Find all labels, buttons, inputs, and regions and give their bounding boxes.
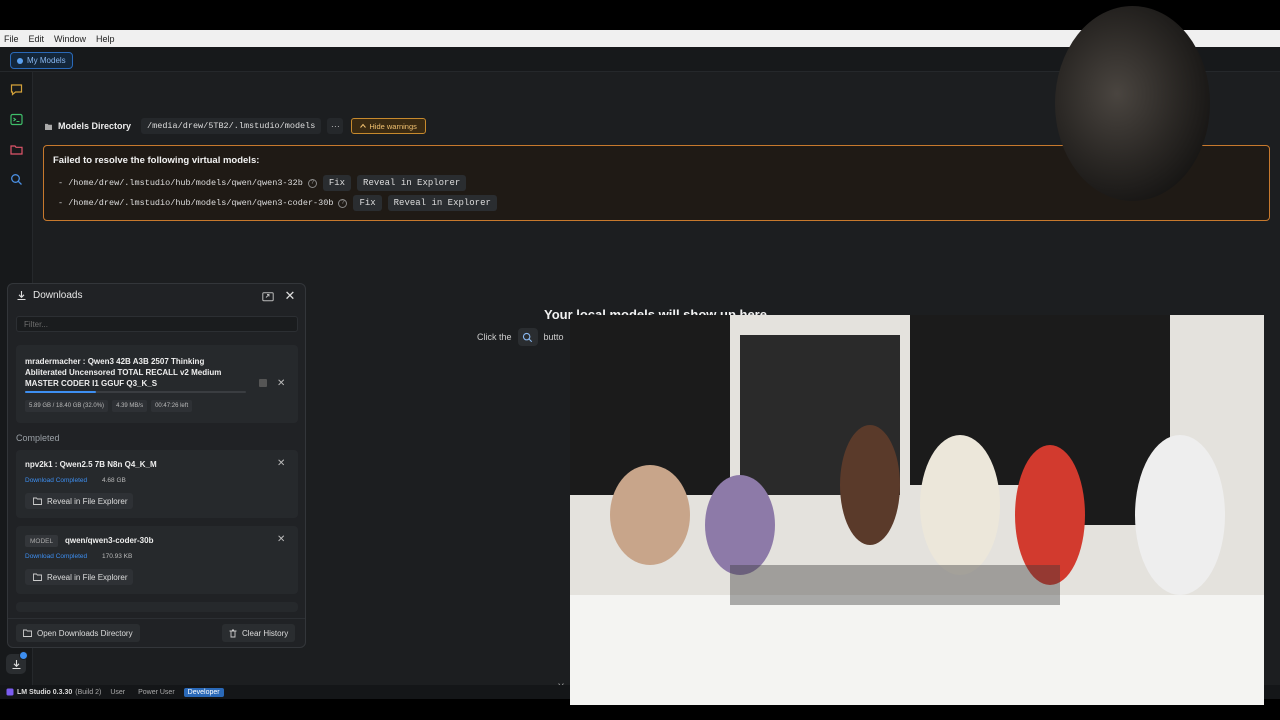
- empty-state-click-the: Click the: [477, 332, 512, 342]
- app-build: (Build 2): [75, 688, 102, 696]
- open-downloads-label: Open Downloads Directory: [37, 628, 133, 638]
- clear-history-button[interactable]: Clear History: [222, 624, 296, 642]
- help-icon[interactable]: ?: [338, 198, 348, 208]
- reveal-label: Reveal in File Explorer: [47, 496, 128, 506]
- download-name: npv2k1 : Qwen2.5 7B N8n Q4_K_M: [25, 460, 157, 469]
- lmstudio-logo-icon: [6, 688, 14, 696]
- downloads-panel: Downloads ✕ mradermacher : Qwen3 42B A3B…: [7, 283, 306, 648]
- app-version: LM Studio 0.3.30 (Build 2): [6, 688, 101, 696]
- download-status: Download Completed: [25, 553, 88, 560]
- video-frame-image: [570, 315, 1264, 705]
- help-icon[interactable]: ?: [307, 178, 317, 188]
- download-stats: 5.89 GB / 18.40 GB (32.0%) 4.39 MB/s 00:…: [25, 400, 193, 412]
- download-percent: (32.0%): [83, 403, 105, 409]
- empty-state-subtitle: Click the butto: [477, 328, 564, 346]
- hide-warnings-button[interactable]: Hide warnings: [351, 118, 426, 134]
- download-size: 170.93 KB: [102, 553, 133, 560]
- completed-section-label: Completed: [16, 433, 60, 443]
- reveal-in-file-explorer-button[interactable]: Reveal in File Explorer: [25, 569, 134, 585]
- app-name: LM Studio 0.3.30: [17, 688, 73, 696]
- mode-power-user[interactable]: Power User: [134, 688, 179, 697]
- fix-button[interactable]: Fix: [353, 195, 382, 211]
- downloads-filter-input[interactable]: [16, 316, 298, 332]
- my-models-tab[interactable]: My Models: [10, 52, 73, 69]
- open-downloads-directory-button[interactable]: Open Downloads Directory: [16, 624, 140, 642]
- downloads-header: Downloads: [16, 290, 82, 301]
- search-icon: [522, 332, 533, 342]
- model-badge: MODEL: [25, 535, 59, 547]
- download-name: qwen/qwen3-coder-30b: [65, 536, 154, 545]
- menu-window[interactable]: Window: [54, 34, 86, 44]
- models-directory-path[interactable]: /media/drew/5TB2/.lmstudio/models: [141, 118, 322, 134]
- download-name: mradermacher : Qwen3 42B A3B 2507 Thinki…: [25, 357, 222, 388]
- download-size: 5.89 GB / 18.40 GB: [29, 403, 82, 409]
- download-icon: [12, 659, 20, 669]
- cancel-download-button[interactable]: ✕: [277, 378, 285, 389]
- folder-icon: [45, 123, 52, 130]
- models-icon: [17, 57, 23, 64]
- my-models-label: My Models: [27, 56, 66, 65]
- mode-user[interactable]: User: [106, 688, 129, 697]
- chat-icon[interactable]: [9, 82, 24, 97]
- reveal-label: Reveal in File Explorer: [47, 572, 128, 582]
- menu-help[interactable]: Help: [96, 34, 115, 44]
- folder-icon: [23, 629, 32, 637]
- download-badge: [19, 651, 28, 660]
- warning-item: - /home/drew/.lmstudio/hub/models/qwen/q…: [58, 195, 497, 211]
- search-icon[interactable]: [9, 172, 24, 187]
- remove-download-button[interactable]: ✕: [277, 534, 285, 545]
- download-icon: [17, 291, 26, 301]
- directory-more-button[interactable]: ···: [327, 118, 344, 134]
- download-progress-bar: [25, 391, 246, 393]
- models-directory-label: Models Directory: [58, 121, 132, 131]
- warning-title: Failed to resolve the following virtual …: [53, 155, 260, 166]
- mode-developer[interactable]: Developer: [183, 687, 224, 697]
- completed-download-card: npv2k1 : Qwen2.5 7B N8n Q4_K_M ✕ Downloa…: [16, 450, 298, 518]
- video-overlay: [570, 315, 1264, 705]
- close-icon[interactable]: ✕: [284, 289, 296, 303]
- webcam-overlay: [1055, 6, 1210, 201]
- menu-edit[interactable]: Edit: [29, 34, 45, 44]
- reveal-in-file-explorer-button[interactable]: Reveal in File Explorer: [25, 493, 134, 509]
- folder-icon: [33, 497, 42, 505]
- warning-item-path: - /home/drew/.lmstudio/hub/models/qwen/q…: [58, 198, 334, 208]
- menu-file[interactable]: File: [4, 34, 19, 44]
- reveal-in-explorer-button[interactable]: Reveal in Explorer: [357, 175, 467, 191]
- next-download-card: [16, 602, 298, 612]
- active-download-card: mradermacher : Qwen3 42B A3B 2507 Thinki…: [16, 345, 298, 423]
- downloads-title: Downloads: [33, 290, 83, 301]
- warning-item: - /home/drew/.lmstudio/hub/models/qwen/q…: [58, 175, 467, 191]
- trash-icon: [229, 629, 237, 637]
- hide-warnings-label: Hide warnings: [369, 121, 417, 131]
- empty-state-button-text: butto: [543, 332, 564, 342]
- download-status: Download Completed: [25, 477, 88, 484]
- models-directory-row: Models Directory /media/drew/5TB2/.lmstu…: [45, 118, 426, 134]
- terminal-icon[interactable]: [9, 112, 24, 127]
- download-progress-fill: [25, 391, 96, 393]
- remove-download-button[interactable]: ✕: [277, 458, 285, 469]
- download-size: 4.68 GB: [102, 477, 126, 484]
- pause-icon[interactable]: [259, 379, 267, 387]
- folder-icon: [33, 573, 42, 581]
- completed-download-card: MODEL qwen/qwen3-coder-30b ✕ Download Co…: [16, 526, 298, 594]
- popout-icon[interactable]: [262, 291, 274, 302]
- chevron-up-icon: [360, 123, 367, 128]
- download-eta: 00:47:26 left: [151, 400, 193, 412]
- clear-history-label: Clear History: [242, 628, 289, 638]
- folder-icon[interactable]: [9, 142, 24, 157]
- warning-item-path: - /home/drew/.lmstudio/hub/models/qwen/q…: [58, 178, 303, 188]
- download-speed: 4.39 MB/s: [112, 400, 148, 412]
- downloads-footer: Open Downloads Directory Clear History: [8, 618, 305, 648]
- fix-button[interactable]: Fix: [322, 175, 352, 191]
- download-size-stat: 5.89 GB / 18.40 GB (32.0%): [25, 400, 109, 412]
- search-button[interactable]: [517, 328, 538, 346]
- reveal-in-explorer-button[interactable]: Reveal in Explorer: [387, 195, 497, 211]
